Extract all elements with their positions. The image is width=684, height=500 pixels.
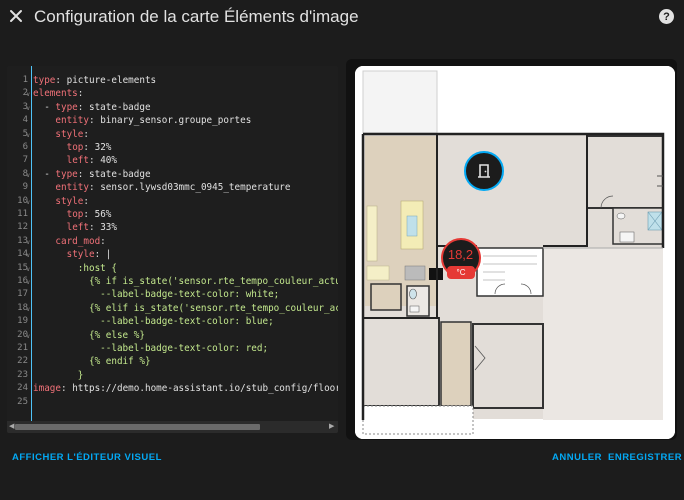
code-line: left: 40% (66, 155, 117, 167)
scrollbar-thumb[interactable] (15, 424, 260, 430)
temperature-state-badge[interactable]: 18,2 °C (441, 238, 481, 279)
door-icon (478, 164, 490, 178)
code-area[interactable]: type: picture-elements elements: - type: … (33, 74, 338, 419)
code-line: top: 56% (66, 209, 112, 220)
horizontal-scrollbar[interactable]: ◀ ▶ (7, 421, 338, 433)
line-number: 22 (17, 356, 28, 367)
code-line: :host { (33, 262, 117, 274)
floor-plan-image (355, 66, 675, 439)
code-line: left: 33% (66, 222, 117, 234)
code-line: - type: state-badge (33, 168, 151, 180)
code-line: card_mod: (55, 235, 106, 247)
code-line: entity: sensor.lywsd03mmc_0945_temperatu… (55, 182, 291, 194)
code-line: image: https://demo.home-assistant.io/st… (33, 383, 338, 395)
close-icon (10, 10, 22, 22)
close-button[interactable] (6, 6, 26, 26)
line-number: 19 (17, 316, 28, 327)
line-number-gutter: 1 2 ∨ 3 ∨ 4 5 ∨ 6 7 8 ∨ 9 10 ∨ 11 12 13 ∨ 14 ∨ 15 ∨ 16 ∨ 17 18 ∨ 19 2… (7, 66, 31, 421)
temperature-unit: °C (447, 266, 475, 279)
line-number: 6 (22, 142, 28, 152)
code-line: {% elif is_state('sensor.rte_tempo_coule… (33, 302, 338, 314)
code-line: {% endif %} (33, 356, 151, 368)
line-number: 12 (17, 222, 28, 233)
line-number: 1 (22, 75, 28, 85)
code-line: elements: (33, 88, 84, 100)
line-number: 7 (22, 155, 28, 166)
code-line: style: | (66, 249, 112, 261)
code-line: --label-badge-text-color: red; (33, 343, 269, 354)
code-line: {% if is_state('sensor.rte_tempo_couleur… (33, 276, 338, 287)
door-state-badge[interactable] (464, 151, 504, 191)
code-line: - type: state-badge (33, 101, 151, 113)
line-number: 11 (17, 209, 28, 219)
show-visual-editor-button[interactable]: AFFICHER L'ÉDITEUR VISUEL (12, 452, 162, 463)
save-button[interactable]: ENREGISTRER (608, 452, 682, 463)
code-line: --label-badge-text-color: white; (33, 289, 280, 301)
line-number: 9 (22, 182, 28, 193)
code-line: entity: binary_sensor.groupe_portes (55, 115, 252, 127)
scroll-left-icon[interactable]: ◀ (9, 422, 14, 430)
cancel-button[interactable]: ANNULER (552, 452, 602, 463)
line-number: 21 (17, 343, 28, 353)
code-line: {% else %} (33, 329, 145, 341)
code-line: type: picture-elements (33, 75, 157, 86)
code-line: style: (55, 128, 89, 140)
code-line: style: (55, 195, 89, 207)
dialog-title: Configuration de la carte Éléments d'ima… (34, 7, 359, 26)
code-line: --label-badge-text-color: blue; (33, 316, 274, 328)
line-number: 24 (17, 383, 28, 394)
line-number: 4 (22, 115, 28, 126)
dialog-header: Configuration de la carte Éléments d'ima… (0, 0, 684, 34)
temperature-value: 18,2 (447, 247, 474, 262)
code-line: } (33, 369, 84, 381)
line-number: 17 (17, 289, 28, 300)
floor-plan-drawing (355, 66, 675, 439)
gutter-divider (31, 66, 32, 421)
help-button[interactable]: ? (659, 9, 674, 24)
code-line: top: 32% (66, 142, 112, 153)
yaml-code-editor[interactable]: 1 2 ∨ 3 ∨ 4 5 ∨ 6 7 8 ∨ 9 10 ∨ 11 12 13 ∨ 14 ∨ 15 ∨ 16 ∨ 17 18 ∨ 19 2… (7, 66, 338, 433)
line-number: 23 (17, 369, 28, 380)
line-number: 25 (17, 396, 28, 407)
scroll-right-icon[interactable]: ▶ (329, 422, 334, 430)
help-icon: ? (663, 10, 670, 23)
